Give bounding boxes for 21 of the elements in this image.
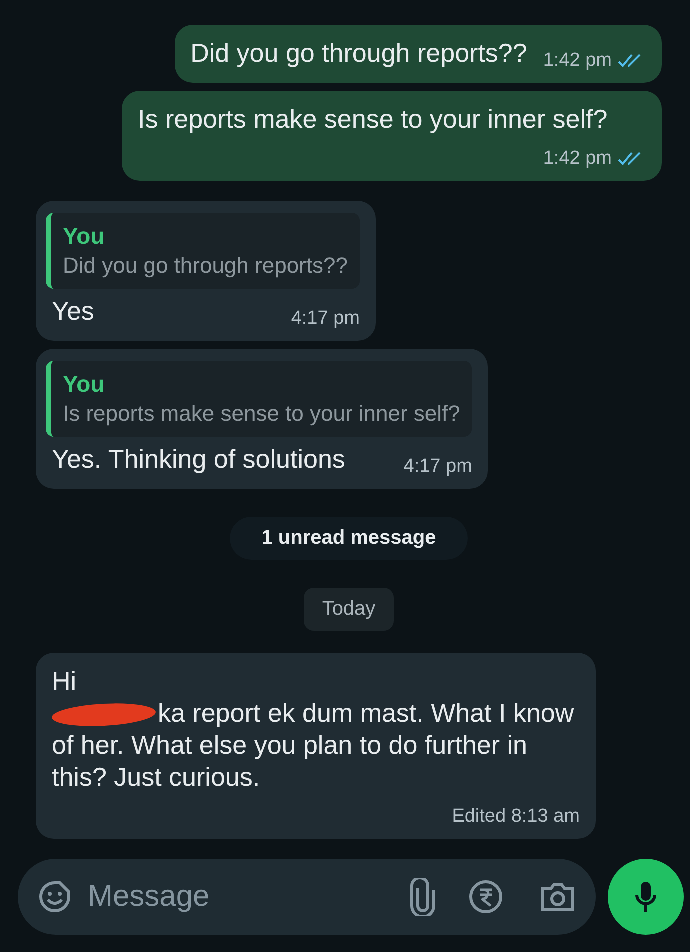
message-time: 1:42 pm (543, 49, 612, 73)
message-time: 1:42 pm (543, 147, 612, 171)
message-time: 4:17 pm (291, 307, 360, 331)
unread-divider: 1 unread message (230, 517, 468, 560)
message-time: Edited 8:13 am (452, 805, 580, 829)
message-text: Yes. Thinking of solutions (52, 444, 346, 474)
message-text: ka report ek dum mast. What I know of her. What else you plan to do further in this? Just curious. (52, 698, 574, 792)
message-text: Is reports make sense to your inner self? (138, 104, 608, 134)
quote-author: You (63, 370, 106, 399)
quote-author: You (63, 222, 106, 251)
message-text: Did you go through reports?? (190, 38, 528, 68)
date-label: Today (304, 588, 394, 631)
quote-text: Did you go through reports?? (63, 252, 348, 280)
message-time: 4:17 pm (404, 455, 472, 479)
quoted-message[interactable]: You Did you go through reports?? (46, 213, 360, 289)
message-text: Yes (52, 296, 94, 326)
message-field[interactable]: Message (18, 859, 596, 935)
message-text: Hi (52, 666, 77, 696)
message-input[interactable]: Message (86, 879, 396, 915)
quote-text: Is reports make sense to your inner self? (63, 400, 460, 428)
quoted-message[interactable]: You Is reports make sense to your inner self? (46, 361, 472, 437)
